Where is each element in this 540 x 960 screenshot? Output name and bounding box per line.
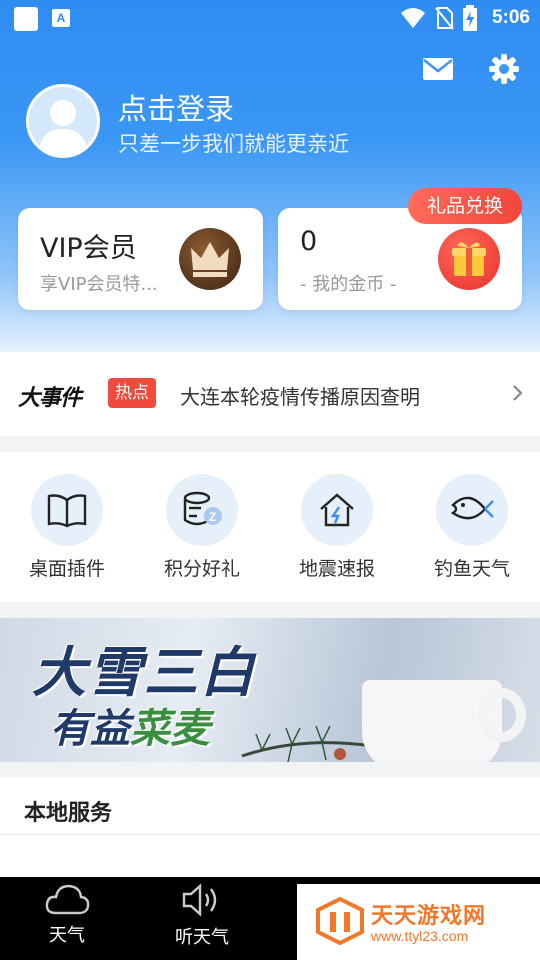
app-notification-icon: A	[52, 9, 70, 27]
nav-label: 天气	[49, 925, 85, 946]
status-bar: A 5:06	[0, 0, 540, 36]
banner-subtitle-a: 有益	[50, 706, 130, 752]
no-sim-icon	[435, 7, 454, 30]
coin-count: 0	[300, 226, 318, 257]
coins-icon: Z	[183, 491, 222, 526]
watermark-url: www.ttyl23.com	[371, 928, 469, 944]
quick-tools: 桌面插件 Z 积分好礼 地震速报 钓鱼天气	[0, 452, 540, 602]
pine-branch-icon	[241, 725, 373, 762]
message-button[interactable]	[420, 52, 456, 86]
solar-term-banner[interactable]: 大雪三白 有益菜麦	[0, 618, 540, 762]
news-logo-text: 大事件	[18, 386, 82, 411]
fish-icon	[450, 496, 494, 520]
gear-icon	[489, 54, 519, 84]
notification-icon	[14, 7, 38, 31]
tool-fishing-weather[interactable]: 钓鱼天气	[417, 474, 527, 581]
login-subtitle: 只差一步我们就能更亲近	[118, 132, 349, 156]
local-services: 本地服务	[0, 777, 540, 877]
login-title[interactable]: 点击登录	[118, 86, 234, 128]
tool-points-gift[interactable]: Z 积分好礼	[147, 474, 257, 581]
tool-label: 钓鱼天气	[433, 558, 510, 580]
mail-icon	[423, 58, 453, 80]
mug-handle-image	[478, 688, 526, 742]
gift-exchange-badge[interactable]: 礼品兑换	[408, 188, 522, 224]
tool-label: 桌面插件	[28, 558, 105, 580]
watermark-logo-icon	[316, 896, 364, 946]
news-headline[interactable]: 大连本轮疫情传播原因查明	[180, 381, 420, 410]
hot-tag: 热点	[108, 378, 156, 408]
divider	[0, 834, 540, 835]
speaker-icon	[182, 883, 217, 917]
house-alert-icon	[320, 493, 354, 527]
coin-subtitle: - 我的金币 -	[300, 274, 397, 295]
gift-icon	[438, 228, 500, 290]
tool-label: 积分好礼	[163, 558, 240, 580]
section-title: 本地服务	[24, 801, 113, 826]
battery-charging-icon	[462, 5, 477, 31]
vip-card[interactable]: VIP会员 享VIP会员特...	[18, 208, 263, 310]
tool-earthquake-alert[interactable]: 地震速报	[282, 474, 392, 581]
tool-desktop-widget[interactable]: 桌面插件	[12, 474, 122, 581]
svg-text:Z: Z	[209, 510, 216, 524]
tool-label: 地震速报	[298, 558, 375, 580]
nav-listen-weather[interactable]: 听天气	[157, 883, 247, 949]
chevron-right-icon	[513, 385, 523, 401]
nav-weather[interactable]: 天气	[22, 883, 112, 947]
crown-icon	[179, 228, 241, 290]
news-logo: 大事件	[18, 380, 82, 412]
clock-time: 5:06	[491, 7, 530, 28]
news-banner[interactable]: 大事件 热点 大连本轮疫情传播原因查明	[0, 352, 540, 436]
cloud-icon	[45, 884, 90, 915]
banner-subtitle-b: 菜麦	[130, 706, 210, 752]
avatar[interactable]	[26, 84, 100, 158]
watermark: 天天游戏网 www.ttyl23.com	[297, 884, 540, 960]
vip-title: VIP会员	[40, 233, 137, 264]
vip-subtitle: 享VIP会员特...	[40, 274, 158, 295]
default-avatar-icon	[39, 100, 87, 155]
watermark-title: 天天游戏网	[371, 904, 487, 929]
settings-button[interactable]	[486, 52, 522, 86]
wifi-icon	[400, 8, 425, 28]
banner-subtitle: 有益菜麦	[50, 696, 210, 754]
nav-label: 听天气	[175, 927, 229, 948]
book-icon	[47, 494, 87, 528]
